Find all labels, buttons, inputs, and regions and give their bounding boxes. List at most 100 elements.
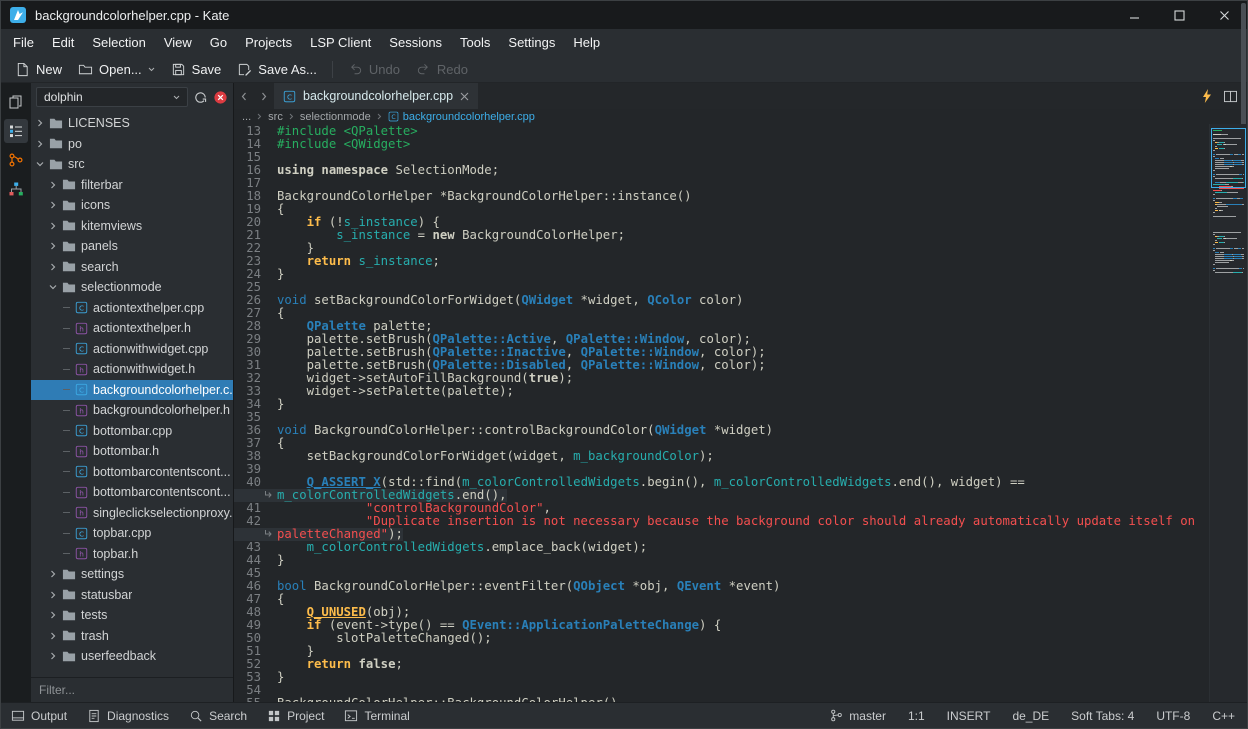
code-line-26[interactable]: 26void setBackgroundColorForWidget(QWidg…	[234, 294, 1209, 307]
nav-forward-icon[interactable]	[254, 83, 274, 109]
encoding[interactable]: UTF-8	[1156, 709, 1190, 723]
menu-file[interactable]: File	[4, 31, 43, 54]
quick-open-icon[interactable]	[1201, 89, 1213, 103]
git-branch-indicator[interactable]: master	[830, 709, 886, 723]
git-branch-icon	[830, 709, 843, 722]
menu-help[interactable]: Help	[564, 31, 609, 54]
code-line-16[interactable]: 16using namespace SelectionMode;	[234, 164, 1209, 177]
tree-item-actionwithwidget-cpp[interactable]: Cactionwithwidget.cpp	[31, 339, 233, 360]
code-line-52[interactable]: 52 return false;	[234, 658, 1209, 671]
minimap[interactable]	[1209, 124, 1247, 702]
tree-item-settings[interactable]: settings	[31, 564, 233, 585]
breadcrumb-src[interactable]: src	[268, 111, 283, 123]
output-panel-button[interactable]: Output	[1, 703, 77, 728]
menu-projects[interactable]: Projects	[236, 31, 301, 54]
code-line-50[interactable]: 50 slotPaletteChanged();	[234, 632, 1209, 645]
menu-selection[interactable]: Selection	[83, 31, 154, 54]
nav-back-icon[interactable]	[234, 83, 254, 109]
cursor-position[interactable]: 1:1	[908, 709, 925, 723]
save-as-button[interactable]: Save As...	[229, 59, 325, 80]
breadcrumb-more[interactable]: ...	[242, 111, 251, 123]
code-line-24[interactable]: 24}	[234, 268, 1209, 281]
tree-item-licenses[interactable]: LICENSES	[31, 113, 233, 134]
close-icon[interactable]	[460, 92, 469, 101]
menu-view[interactable]: View	[155, 31, 201, 54]
code-line-43[interactable]: 43 m_colorControlledWidgets.emplace_back…	[234, 541, 1209, 554]
tree-item-actiontexthelper-h[interactable]: hactiontexthelper.h	[31, 318, 233, 339]
stop-icon[interactable]	[213, 90, 228, 105]
code-line-18[interactable]: 18BackgroundColorHelper *BackgroundColor…	[234, 190, 1209, 203]
tree-item-po[interactable]: po	[31, 134, 233, 155]
tree-item-src[interactable]: src	[31, 154, 233, 175]
tree-item-filterbar[interactable]: filterbar	[31, 175, 233, 196]
filter-input[interactable]	[31, 678, 233, 702]
code-line-36[interactable]: 36void BackgroundColorHelper::controlBac…	[234, 424, 1209, 437]
search-panel-button[interactable]: Search	[179, 703, 257, 728]
project-panel-button[interactable]: Project	[257, 703, 334, 728]
tree-item-topbar-cpp[interactable]: Ctopbar.cpp	[31, 523, 233, 544]
documents-icon[interactable]	[4, 90, 28, 114]
tree-item-icons[interactable]: icons	[31, 195, 233, 216]
tree-item-bottombar-h[interactable]: hbottombar.h	[31, 441, 233, 462]
breadcrumb-file[interactable]: C backgroundcolorhelper.cpp	[388, 111, 535, 123]
open-button[interactable]: Open...	[70, 59, 163, 80]
code-line-44[interactable]: 44}	[234, 554, 1209, 567]
breadcrumb-selectionmode[interactable]: selectionmode	[300, 111, 371, 123]
code-line-23[interactable]: 23 return s_instance;	[234, 255, 1209, 268]
tree-item-actionwithwidget-h[interactable]: hactionwithwidget.h	[31, 359, 233, 380]
tree-item-bottombarcontentscont-[interactable]: Cbottombarcontentscont...	[31, 462, 233, 483]
tree-item-trash[interactable]: trash	[31, 626, 233, 647]
code-text: void BackgroundColorHelper::controlBackg…	[277, 424, 773, 437]
code-text: "Duplicate insertion is not necessary be…	[277, 515, 1195, 528]
projects-icon[interactable]	[4, 119, 28, 143]
symbols-icon[interactable]	[4, 177, 28, 201]
tree-item-statusbar[interactable]: statusbar	[31, 585, 233, 606]
code-line-53[interactable]: 53}	[234, 671, 1209, 684]
code-line-34[interactable]: 34}	[234, 398, 1209, 411]
save-button[interactable]: Save	[163, 59, 230, 80]
menu-edit[interactable]: Edit	[43, 31, 83, 54]
project-selector[interactable]: dolphin	[36, 87, 188, 107]
code-line-38[interactable]: 38 setBackgroundColorForWidget(widget, m…	[234, 450, 1209, 463]
undo-button[interactable]: Undo	[340, 59, 408, 80]
tree-item-singleclickselectionproxy-[interactable]: hsingleclickselectionproxy...	[31, 503, 233, 524]
menu-sessions[interactable]: Sessions	[380, 31, 451, 54]
new-button[interactable]: New	[7, 59, 70, 80]
redo-button[interactable]: Redo	[408, 59, 476, 80]
menu-go[interactable]: Go	[201, 31, 236, 54]
refresh-icon[interactable]	[193, 90, 208, 105]
code-lines[interactable]: 13#include <QPalette>14#include <QWidget…	[234, 124, 1209, 702]
minimap-viewport[interactable]	[1211, 128, 1246, 188]
code-line-33[interactable]: 33 widget->setPalette(palette);	[234, 385, 1209, 398]
tree-item-bottombarcontentscont-[interactable]: hbottombarcontentscont...	[31, 482, 233, 503]
minimize-icon[interactable]	[1112, 1, 1157, 29]
menu-lsp-client[interactable]: LSP Client	[301, 31, 380, 54]
git-icon[interactable]	[4, 148, 28, 172]
tree-item-search[interactable]: search	[31, 257, 233, 278]
tree-item-backgroundcolorhelper-c-[interactable]: Cbackgroundcolorhelper.c...	[31, 380, 233, 401]
syntax-mode[interactable]: C++	[1212, 709, 1235, 723]
tree-item-panels[interactable]: panels	[31, 236, 233, 257]
tree-item-tests[interactable]: tests	[31, 605, 233, 626]
tree-item-selectionmode[interactable]: selectionmode	[31, 277, 233, 298]
tree-item-kitemviews[interactable]: kitemviews	[31, 216, 233, 237]
code-line-46[interactable]: 46bool BackgroundColorHelper::eventFilte…	[234, 580, 1209, 593]
input-mode[interactable]: INSERT	[947, 709, 991, 723]
code-line-14[interactable]: 14#include <QWidget>	[234, 138, 1209, 151]
tree-item-userfeedback[interactable]: userfeedback	[31, 646, 233, 667]
tree-item-bottombar-cpp[interactable]: Cbottombar.cpp	[31, 421, 233, 442]
maximize-icon[interactable]	[1157, 1, 1202, 29]
tab-mode[interactable]: Soft Tabs: 4	[1071, 709, 1134, 723]
code-line-21[interactable]: 21 s_instance = new BackgroundColorHelpe…	[234, 229, 1209, 242]
menu-settings[interactable]: Settings	[499, 31, 564, 54]
tree-item-actiontexthelper-cpp[interactable]: Cactiontexthelper.cpp	[31, 298, 233, 319]
dictionary[interactable]: de_DE	[1012, 709, 1049, 723]
tab-backgroundcolorhelper-cpp[interactable]: C backgroundcolorhelper.cpp	[274, 83, 478, 109]
menu-tools[interactable]: Tools	[451, 31, 499, 54]
split-view-icon[interactable]	[1223, 90, 1238, 103]
terminal-panel-button[interactable]: Terminal	[334, 703, 419, 728]
tree-item-topbar-h[interactable]: htopbar.h	[31, 544, 233, 565]
tree-branch-line	[63, 307, 70, 308]
diagnostics-panel-button[interactable]: Diagnostics	[77, 703, 179, 728]
tree-item-backgroundcolorhelper-h[interactable]: hbackgroundcolorhelper.h	[31, 400, 233, 421]
